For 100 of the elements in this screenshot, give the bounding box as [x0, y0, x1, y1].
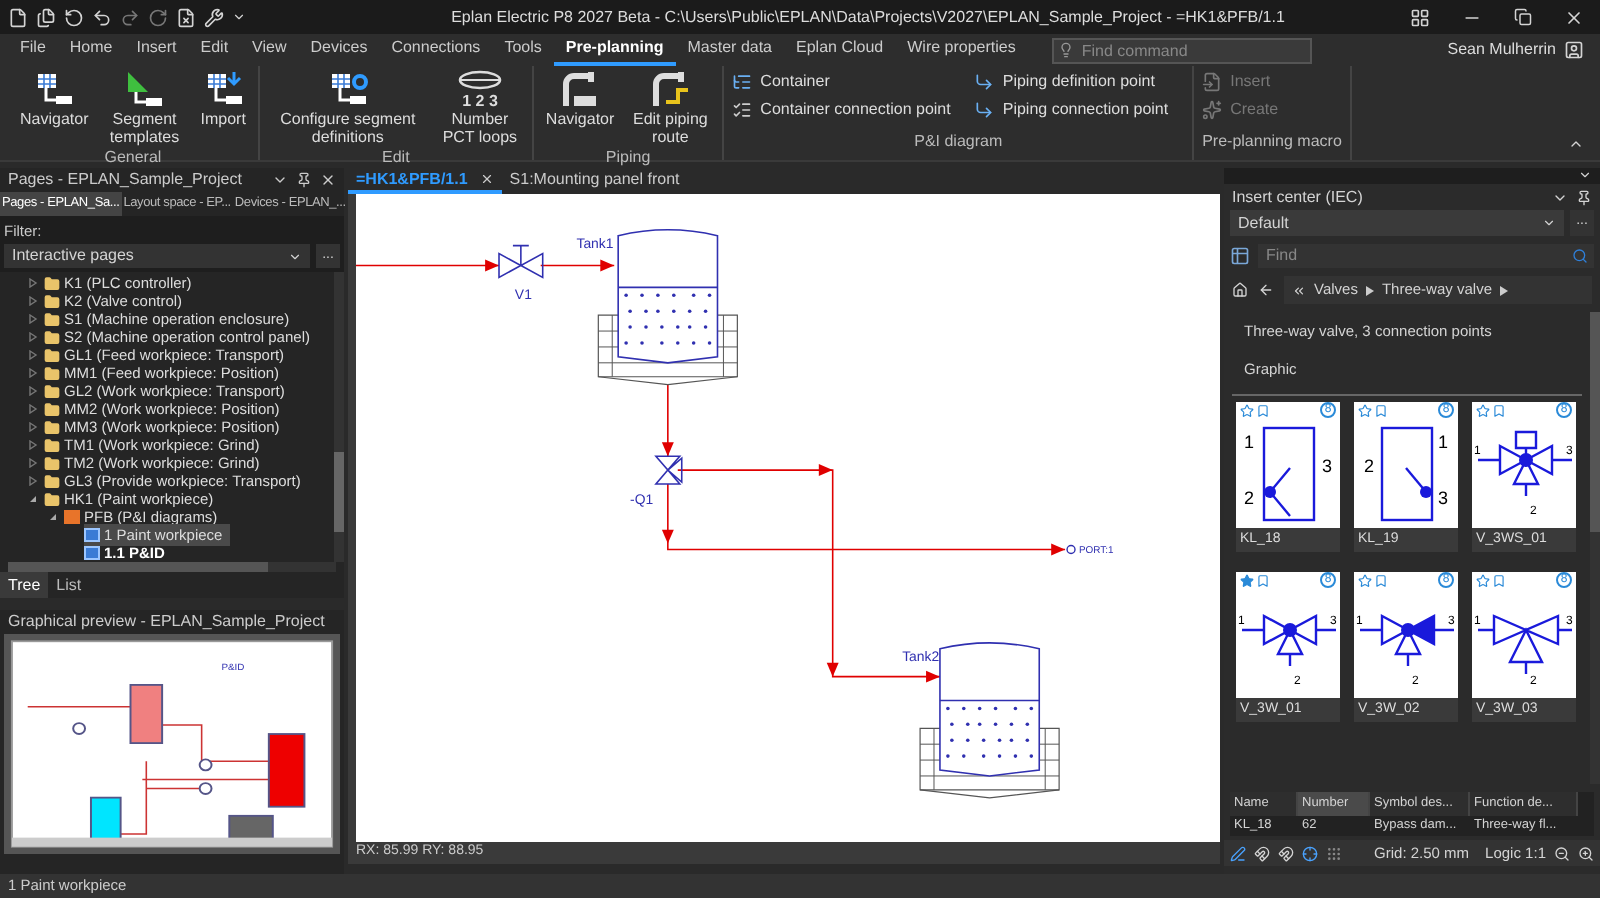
- rotate-left-icon[interactable]: [64, 7, 84, 27]
- ribbon-button[interactable]: Piping connection point: [974, 98, 1169, 122]
- user-icon[interactable]: [1564, 40, 1584, 60]
- files-icon[interactable]: [36, 7, 56, 27]
- menu-tab[interactable]: Edit: [188, 34, 241, 66]
- find-field[interactable]: Find: [1258, 244, 1594, 268]
- rotate-right-icon[interactable]: [148, 7, 168, 27]
- pipe-point-icon: [974, 100, 995, 120]
- chevrons-left-icon[interactable]: [1292, 283, 1306, 297]
- collapsed-arrow-icon[interactable]: [28, 404, 40, 414]
- search-field[interactable]: Find command: [1051, 37, 1312, 63]
- back-icon[interactable]: [1258, 282, 1274, 298]
- caret-icon[interactable]: [1578, 168, 1592, 182]
- dropdown-icon[interactable]: [272, 172, 288, 188]
- diagram-folder-icon: [64, 510, 80, 524]
- collapsed-arrow-icon[interactable]: [28, 476, 40, 486]
- menu-tab[interactable]: Tools: [492, 34, 554, 66]
- ribbon-group-label: P&I diagram: [912, 130, 1005, 154]
- menu-tab[interactable]: View: [240, 34, 299, 66]
- home-icon[interactable]: [1232, 282, 1248, 298]
- pin-icon[interactable]: [1576, 189, 1592, 205]
- panel-tab[interactable]: List: [48, 572, 90, 598]
- menu-tab[interactable]: Connections: [379, 34, 493, 66]
- magnet-icon[interactable]: [1278, 845, 1294, 861]
- ribbon-button[interactable]: Import: [196, 70, 250, 128]
- panel-title: Graphical preview - EPLAN_Sample_Project: [8, 610, 325, 634]
- close-icon[interactable]: [479, 172, 494, 186]
- scrollbar[interactable]: [8, 562, 336, 572]
- layout-icon[interactable]: [1410, 7, 1430, 27]
- crosshair-icon[interactable]: [1302, 845, 1318, 861]
- bracket-symbol-drawing: 1 2 3: [1244, 425, 1333, 521]
- ribbon-button[interactable]: Container connection point: [732, 98, 951, 122]
- expanded-arrow-icon[interactable]: [48, 512, 60, 522]
- collapsed-arrow-icon[interactable]: [28, 422, 40, 432]
- document-tab[interactable]: S1:Mounting panel front: [501, 168, 688, 194]
- favorite-star-icon[interactable]: [1240, 403, 1254, 417]
- close-icon[interactable]: [1564, 7, 1584, 27]
- collapse-icon[interactable]: [1568, 136, 1584, 152]
- menu-tab[interactable]: Home: [57, 34, 125, 66]
- expanded-arrow-icon[interactable]: [28, 494, 40, 504]
- ribbon-button[interactable]: Piping definition point: [974, 70, 1169, 94]
- ribbon-button[interactable]: 1 2 3 Number PCT loops: [435, 70, 524, 146]
- collapsed-arrow-icon[interactable]: [28, 332, 40, 342]
- ribbon-group-label: Pre-planning macro: [1202, 130, 1342, 154]
- favorite-star-icon[interactable]: [1476, 403, 1490, 417]
- ribbon-button[interactable]: Configure segment definitions: [267, 70, 428, 146]
- caret-icon[interactable]: [232, 10, 246, 24]
- container-point-icon: [732, 100, 753, 120]
- collapsed-arrow-icon[interactable]: [28, 458, 40, 468]
- pin-icon[interactable]: [296, 172, 312, 188]
- bookmark-icon[interactable]: [1492, 573, 1506, 587]
- ribbon-button[interactable]: Container: [732, 70, 951, 94]
- panel-tab[interactable]: Tree: [0, 572, 49, 598]
- close-icon[interactable]: [320, 172, 336, 188]
- new-file-icon[interactable]: [8, 7, 28, 27]
- bookmark-icon[interactable]: [1374, 403, 1388, 417]
- wrench-icon[interactable]: [204, 7, 224, 27]
- favorite-star-icon[interactable]: [1476, 573, 1490, 587]
- ribbon-button[interactable]: Segment templates: [100, 70, 189, 146]
- restore-icon[interactable]: [1514, 8, 1532, 26]
- menu-tab[interactable]: Master data: [675, 34, 785, 66]
- table-icon[interactable]: [1230, 246, 1250, 266]
- favorite-star-icon[interactable]: [1240, 573, 1254, 587]
- collapsed-arrow-icon[interactable]: [28, 278, 40, 288]
- bookmark-icon[interactable]: [1492, 403, 1506, 417]
- panel-title: Pages - EPLAN_Sample_Project: [8, 168, 244, 192]
- pen-icon[interactable]: [1230, 845, 1246, 861]
- scrollbar[interactable]: [334, 272, 344, 562]
- collapsed-arrow-icon[interactable]: [28, 296, 40, 306]
- magnet-icon[interactable]: [1254, 845, 1270, 861]
- zoom-out-icon[interactable]: [1554, 845, 1570, 861]
- ribbon-button[interactable]: Edit piping route: [626, 70, 715, 146]
- user-name[interactable]: Sean Mulherrin: [1447, 38, 1556, 62]
- grid-tree-icon: [32, 70, 77, 110]
- collapsed-arrow-icon[interactable]: [28, 386, 40, 396]
- menu-tab[interactable]: Eplan Cloud: [784, 34, 896, 66]
- bookmark-icon[interactable]: [1374, 573, 1388, 587]
- file-close-icon[interactable]: [176, 7, 196, 27]
- menu-tab[interactable]: Insert: [124, 34, 189, 66]
- grid-icon[interactable]: [1326, 845, 1342, 861]
- ribbon-button[interactable]: Navigator: [16, 70, 93, 128]
- favorite-star-icon[interactable]: [1358, 403, 1372, 417]
- zoom-in-icon[interactable]: [1578, 845, 1594, 861]
- scrollbar[interactable]: [1590, 312, 1600, 784]
- filter-dropdown[interactable]: Interactive pages: [4, 244, 310, 269]
- ribbon-button[interactable]: Navigator: [541, 70, 619, 128]
- bookmark-icon[interactable]: [1256, 573, 1270, 587]
- menu-tab[interactable]: Wire properties: [895, 34, 1028, 66]
- collapsed-arrow-icon[interactable]: [28, 350, 40, 360]
- collapsed-arrow-icon[interactable]: [28, 314, 40, 324]
- undo-icon[interactable]: [92, 7, 112, 27]
- redo-icon[interactable]: [120, 7, 140, 27]
- bookmark-icon[interactable]: [1256, 403, 1270, 417]
- view-dropdown[interactable]: Default: [1230, 210, 1564, 236]
- menu-tab[interactable]: Devices: [298, 34, 380, 66]
- menu-tab[interactable]: File: [8, 34, 58, 66]
- favorite-star-icon[interactable]: [1358, 573, 1372, 587]
- collapsed-arrow-icon[interactable]: [28, 368, 40, 378]
- pipe-point-icon: [974, 72, 995, 92]
- collapsed-arrow-icon[interactable]: [28, 440, 40, 450]
